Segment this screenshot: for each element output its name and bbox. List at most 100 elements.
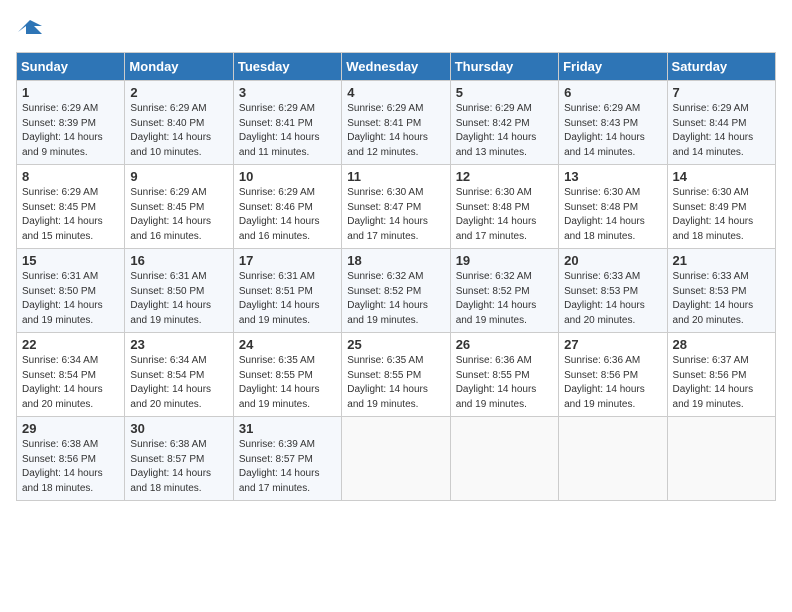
daylight-text: Daylight: 14 hours and 18 minutes. bbox=[22, 468, 103, 494]
sunset-text: Sunset: 8:52 PM bbox=[347, 286, 421, 297]
daylight-text: Daylight: 14 hours and 17 minutes. bbox=[456, 216, 537, 242]
calendar-cell: 10 Sunrise: 6:29 AM Sunset: 8:46 PM Dayl… bbox=[233, 165, 341, 249]
calendar-cell: 20 Sunrise: 6:33 AM Sunset: 8:53 PM Dayl… bbox=[559, 249, 667, 333]
daylight-text: Daylight: 14 hours and 20 minutes. bbox=[673, 300, 754, 326]
daylight-text: Daylight: 14 hours and 20 minutes. bbox=[564, 300, 645, 326]
sunset-text: Sunset: 8:39 PM bbox=[22, 118, 96, 129]
sunrise-text: Sunrise: 6:39 AM bbox=[239, 439, 315, 450]
calendar-cell: 24 Sunrise: 6:35 AM Sunset: 8:55 PM Dayl… bbox=[233, 333, 341, 417]
calendar-cell: 27 Sunrise: 6:36 AM Sunset: 8:56 PM Dayl… bbox=[559, 333, 667, 417]
sunset-text: Sunset: 8:44 PM bbox=[673, 118, 747, 129]
day-number: 24 bbox=[239, 337, 336, 352]
daylight-text: Daylight: 14 hours and 19 minutes. bbox=[564, 384, 645, 410]
daylight-text: Daylight: 14 hours and 19 minutes. bbox=[456, 300, 537, 326]
sunrise-text: Sunrise: 6:34 AM bbox=[22, 355, 98, 366]
weekday-header-sunday: Sunday bbox=[17, 53, 125, 81]
sunset-text: Sunset: 8:49 PM bbox=[673, 202, 747, 213]
sunrise-text: Sunrise: 6:31 AM bbox=[239, 271, 315, 282]
page-header bbox=[16, 16, 776, 44]
day-info: Sunrise: 6:29 AM Sunset: 8:39 PM Dayligh… bbox=[22, 102, 119, 160]
day-number: 22 bbox=[22, 337, 119, 352]
sunset-text: Sunset: 8:42 PM bbox=[456, 118, 530, 129]
sunrise-text: Sunrise: 6:38 AM bbox=[22, 439, 98, 450]
calendar-cell: 14 Sunrise: 6:30 AM Sunset: 8:49 PM Dayl… bbox=[667, 165, 775, 249]
sunset-text: Sunset: 8:50 PM bbox=[22, 286, 96, 297]
sunrise-text: Sunrise: 6:29 AM bbox=[239, 187, 315, 198]
logo bbox=[16, 16, 48, 44]
day-number: 28 bbox=[673, 337, 770, 352]
day-info: Sunrise: 6:36 AM Sunset: 8:56 PM Dayligh… bbox=[564, 354, 661, 412]
sunrise-text: Sunrise: 6:29 AM bbox=[130, 187, 206, 198]
day-number: 10 bbox=[239, 169, 336, 184]
sunrise-text: Sunrise: 6:37 AM bbox=[673, 355, 749, 366]
sunset-text: Sunset: 8:45 PM bbox=[22, 202, 96, 213]
daylight-text: Daylight: 14 hours and 18 minutes. bbox=[564, 216, 645, 242]
sunrise-text: Sunrise: 6:29 AM bbox=[130, 103, 206, 114]
daylight-text: Daylight: 14 hours and 13 minutes. bbox=[456, 132, 537, 158]
calendar-week-row: 29 Sunrise: 6:38 AM Sunset: 8:56 PM Dayl… bbox=[17, 417, 776, 501]
day-info: Sunrise: 6:30 AM Sunset: 8:47 PM Dayligh… bbox=[347, 186, 444, 244]
daylight-text: Daylight: 14 hours and 19 minutes. bbox=[456, 384, 537, 410]
sunrise-text: Sunrise: 6:29 AM bbox=[564, 103, 640, 114]
sunrise-text: Sunrise: 6:30 AM bbox=[456, 187, 532, 198]
sunrise-text: Sunrise: 6:32 AM bbox=[347, 271, 423, 282]
calendar-cell bbox=[450, 417, 558, 501]
sunset-text: Sunset: 8:46 PM bbox=[239, 202, 313, 213]
daylight-text: Daylight: 14 hours and 17 minutes. bbox=[347, 216, 428, 242]
calendar-week-row: 22 Sunrise: 6:34 AM Sunset: 8:54 PM Dayl… bbox=[17, 333, 776, 417]
sunset-text: Sunset: 8:48 PM bbox=[564, 202, 638, 213]
daylight-text: Daylight: 14 hours and 15 minutes. bbox=[22, 216, 103, 242]
weekday-header-wednesday: Wednesday bbox=[342, 53, 450, 81]
calendar-cell: 22 Sunrise: 6:34 AM Sunset: 8:54 PM Dayl… bbox=[17, 333, 125, 417]
sunrise-text: Sunrise: 6:29 AM bbox=[22, 187, 98, 198]
daylight-text: Daylight: 14 hours and 17 minutes. bbox=[239, 468, 320, 494]
sunset-text: Sunset: 8:54 PM bbox=[22, 370, 96, 381]
day-number: 4 bbox=[347, 85, 444, 100]
day-info: Sunrise: 6:37 AM Sunset: 8:56 PM Dayligh… bbox=[673, 354, 770, 412]
weekday-header-tuesday: Tuesday bbox=[233, 53, 341, 81]
calendar-week-row: 15 Sunrise: 6:31 AM Sunset: 8:50 PM Dayl… bbox=[17, 249, 776, 333]
sunset-text: Sunset: 8:56 PM bbox=[673, 370, 747, 381]
day-number: 29 bbox=[22, 421, 119, 436]
day-info: Sunrise: 6:32 AM Sunset: 8:52 PM Dayligh… bbox=[456, 270, 553, 328]
sunset-text: Sunset: 8:41 PM bbox=[347, 118, 421, 129]
sunset-text: Sunset: 8:57 PM bbox=[130, 454, 204, 465]
day-number: 5 bbox=[456, 85, 553, 100]
day-info: Sunrise: 6:29 AM Sunset: 8:41 PM Dayligh… bbox=[347, 102, 444, 160]
day-info: Sunrise: 6:31 AM Sunset: 8:50 PM Dayligh… bbox=[22, 270, 119, 328]
calendar-cell: 9 Sunrise: 6:29 AM Sunset: 8:45 PM Dayli… bbox=[125, 165, 233, 249]
day-number: 14 bbox=[673, 169, 770, 184]
calendar-cell: 7 Sunrise: 6:29 AM Sunset: 8:44 PM Dayli… bbox=[667, 81, 775, 165]
daylight-text: Daylight: 14 hours and 18 minutes. bbox=[130, 468, 211, 494]
day-info: Sunrise: 6:29 AM Sunset: 8:45 PM Dayligh… bbox=[22, 186, 119, 244]
day-number: 9 bbox=[130, 169, 227, 184]
calendar-cell: 1 Sunrise: 6:29 AM Sunset: 8:39 PM Dayli… bbox=[17, 81, 125, 165]
daylight-text: Daylight: 14 hours and 12 minutes. bbox=[347, 132, 428, 158]
calendar-week-row: 1 Sunrise: 6:29 AM Sunset: 8:39 PM Dayli… bbox=[17, 81, 776, 165]
sunset-text: Sunset: 8:53 PM bbox=[564, 286, 638, 297]
weekday-header-monday: Monday bbox=[125, 53, 233, 81]
sunset-text: Sunset: 8:41 PM bbox=[239, 118, 313, 129]
sunset-text: Sunset: 8:52 PM bbox=[456, 286, 530, 297]
day-number: 12 bbox=[456, 169, 553, 184]
calendar-cell: 2 Sunrise: 6:29 AM Sunset: 8:40 PM Dayli… bbox=[125, 81, 233, 165]
sunrise-text: Sunrise: 6:35 AM bbox=[347, 355, 423, 366]
day-info: Sunrise: 6:38 AM Sunset: 8:56 PM Dayligh… bbox=[22, 438, 119, 496]
sunset-text: Sunset: 8:55 PM bbox=[456, 370, 530, 381]
sunrise-text: Sunrise: 6:29 AM bbox=[347, 103, 423, 114]
sunset-text: Sunset: 8:50 PM bbox=[130, 286, 204, 297]
sunrise-text: Sunrise: 6:30 AM bbox=[347, 187, 423, 198]
sunrise-text: Sunrise: 6:29 AM bbox=[456, 103, 532, 114]
day-number: 30 bbox=[130, 421, 227, 436]
calendar-cell bbox=[342, 417, 450, 501]
logo-bird-icon bbox=[16, 16, 44, 44]
calendar-cell: 21 Sunrise: 6:33 AM Sunset: 8:53 PM Dayl… bbox=[667, 249, 775, 333]
calendar-cell bbox=[559, 417, 667, 501]
calendar-cell: 25 Sunrise: 6:35 AM Sunset: 8:55 PM Dayl… bbox=[342, 333, 450, 417]
day-number: 13 bbox=[564, 169, 661, 184]
calendar-cell: 3 Sunrise: 6:29 AM Sunset: 8:41 PM Dayli… bbox=[233, 81, 341, 165]
daylight-text: Daylight: 14 hours and 14 minutes. bbox=[673, 132, 754, 158]
day-info: Sunrise: 6:29 AM Sunset: 8:41 PM Dayligh… bbox=[239, 102, 336, 160]
weekday-header-friday: Friday bbox=[559, 53, 667, 81]
daylight-text: Daylight: 14 hours and 20 minutes. bbox=[22, 384, 103, 410]
